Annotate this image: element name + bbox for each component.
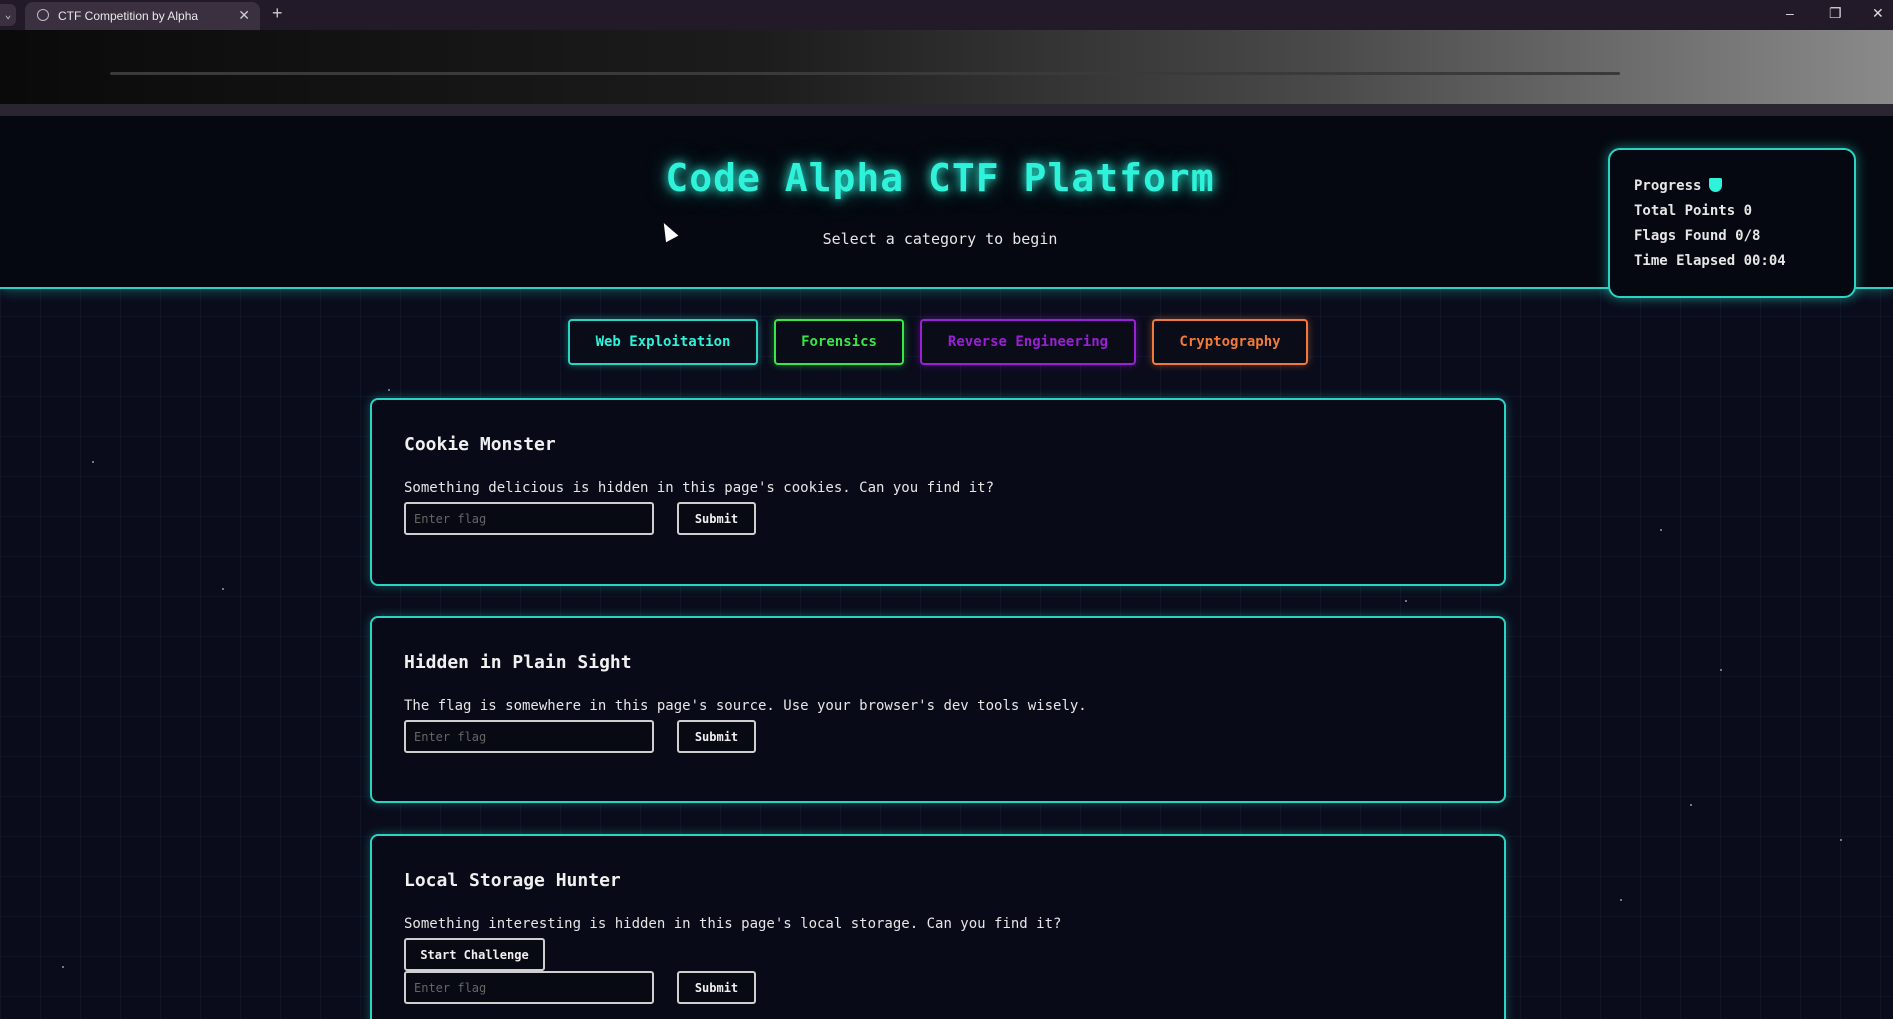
close-window-button[interactable]: ✕ [1872, 5, 1884, 22]
challenge-card-hidden-in-plain-sight: Hidden in Plain Sight The flag is somewh… [370, 616, 1506, 803]
star [62, 966, 64, 968]
challenge-description: Something interesting is hidden in this … [404, 916, 1062, 932]
flag-input[interactable] [404, 502, 654, 535]
star [1660, 529, 1662, 531]
star [222, 588, 224, 590]
category-forensics[interactable]: Forensics [774, 319, 904, 365]
star [1405, 600, 1407, 602]
loading-bar [110, 72, 1620, 75]
category-web-exploitation[interactable]: Web Exploitation [568, 319, 758, 365]
flags-found: Flags Found 0/8 [1634, 228, 1761, 244]
browser-tab[interactable]: CTF Competition by Alpha ✕ [25, 2, 260, 30]
star [1720, 669, 1722, 671]
minimize-button[interactable]: – [1786, 5, 1794, 21]
challenge-card-cookie-monster: Cookie Monster Something delicious is hi… [370, 398, 1506, 586]
star [92, 461, 94, 463]
time-elapsed: Time Elapsed 00:04 [1634, 253, 1786, 269]
progress-panel: Progress Total Points 0 Flags Found 0/8 … [1608, 148, 1856, 298]
tab-title: CTF Competition by Alpha [58, 9, 199, 23]
flag-input[interactable] [404, 720, 654, 753]
star [1840, 839, 1842, 841]
challenge-title: Local Storage Hunter [404, 870, 621, 891]
category-reverse-engineering[interactable]: Reverse Engineering [920, 319, 1136, 365]
start-challenge-button[interactable]: Start Challenge [404, 938, 545, 971]
submit-button[interactable]: Submit [677, 502, 756, 535]
tab-list-dropdown[interactable]: ⌄ [0, 4, 16, 26]
star [1620, 899, 1622, 901]
total-points: Total Points 0 [1634, 203, 1753, 219]
page: Code Alpha CTF Platform Select a categor… [0, 116, 1893, 1019]
challenge-card-local-storage-hunter: Local Storage Hunter Something interesti… [370, 834, 1506, 1019]
category-cryptography[interactable]: Cryptography [1152, 319, 1308, 365]
challenge-title: Cookie Monster [404, 434, 556, 455]
flag-input[interactable] [404, 971, 654, 1004]
challenge-description: The flag is somewhere in this page's sou… [404, 698, 1087, 714]
submit-button[interactable]: Submit [677, 971, 756, 1004]
star [1690, 804, 1692, 806]
challenge-title: Hidden in Plain Sight [404, 652, 632, 673]
tab-close-icon[interactable]: ✕ [238, 7, 250, 24]
page-title: Code Alpha CTF Platform [665, 156, 1215, 200]
progress-heading: Progress [1634, 174, 1854, 199]
page-subtitle: Select a category to begin [822, 230, 1058, 248]
chrome-separator [0, 104, 1893, 116]
submit-button[interactable]: Submit [677, 720, 756, 753]
new-tab-button[interactable]: + [272, 3, 283, 24]
browser-toolbar [0, 30, 1893, 104]
progress-label: Progress [1634, 178, 1702, 194]
star [388, 389, 390, 391]
restore-button[interactable]: ❐ [1829, 5, 1842, 22]
browser-tab-bar: ⌄ CTF Competition by Alpha ✕ + – ❐ ✕ [0, 0, 1893, 30]
globe-icon [37, 9, 49, 21]
challenge-description: Something delicious is hidden in this pa… [404, 480, 995, 496]
shield-icon [1709, 178, 1723, 192]
